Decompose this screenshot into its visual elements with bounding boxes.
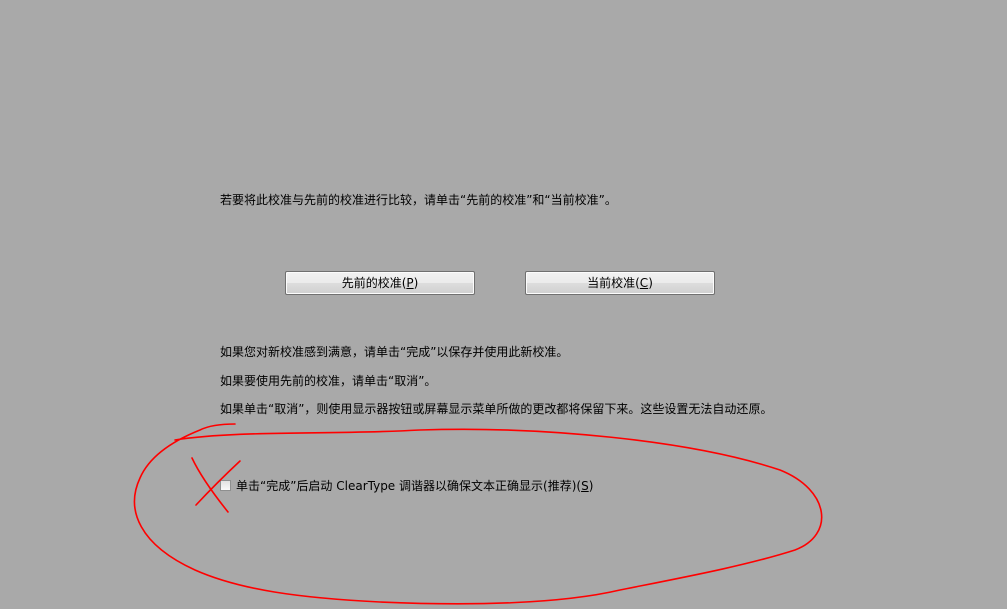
cleartype-label-text: 单击“完成”后启动 ClearType 调谐器以确保文本正确显示(推荐)( (236, 478, 582, 493)
finish-instruction: 如果您对新校准感到满意，请单击“完成”以保存并使用此新校准。 (220, 345, 569, 359)
cleartype-label-end: ) (588, 478, 594, 493)
current-calibration-accesskey: C (639, 276, 649, 290)
current-calibration-label: 当前校准( (587, 276, 640, 290)
red-annotation-overlay (133, 423, 823, 605)
cleartype-checkbox-label[interactable]: 单击“完成”后启动 ClearType 调谐器以确保文本正确显示(推荐)(S) (236, 477, 593, 494)
cleartype-accesskey: S (581, 478, 589, 493)
current-calibration-button[interactable]: 当前校准(C) (525, 271, 715, 295)
current-calibration-label-end: ) (648, 276, 653, 290)
previous-calibration-accesskey: P (406, 276, 414, 290)
warning-instruction: 如果单击“取消”，则使用显示器按钮或屏幕显示菜单所做的更改都将保留下来。这些设置… (220, 402, 773, 416)
previous-calibration-label-end: ) (413, 276, 419, 290)
cleartype-checkbox[interactable] (220, 479, 231, 491)
red-ellipse-annotation (133, 423, 823, 605)
cleartype-option[interactable]: 单击“完成”后启动 ClearType 调谐器以确保文本正确显示(推荐)(S) (220, 477, 593, 493)
compare-instruction: 若要将此校准与先前的校准进行比较，请单击“先前的校准”和“当前校准”。 (220, 193, 617, 207)
previous-calibration-label: 先前的校准( (341, 276, 407, 290)
previous-calibration-button[interactable]: 先前的校准(P) (285, 271, 475, 295)
cancel-instruction: 如果要使用先前的校准，请单击“取消”。 (220, 374, 437, 388)
